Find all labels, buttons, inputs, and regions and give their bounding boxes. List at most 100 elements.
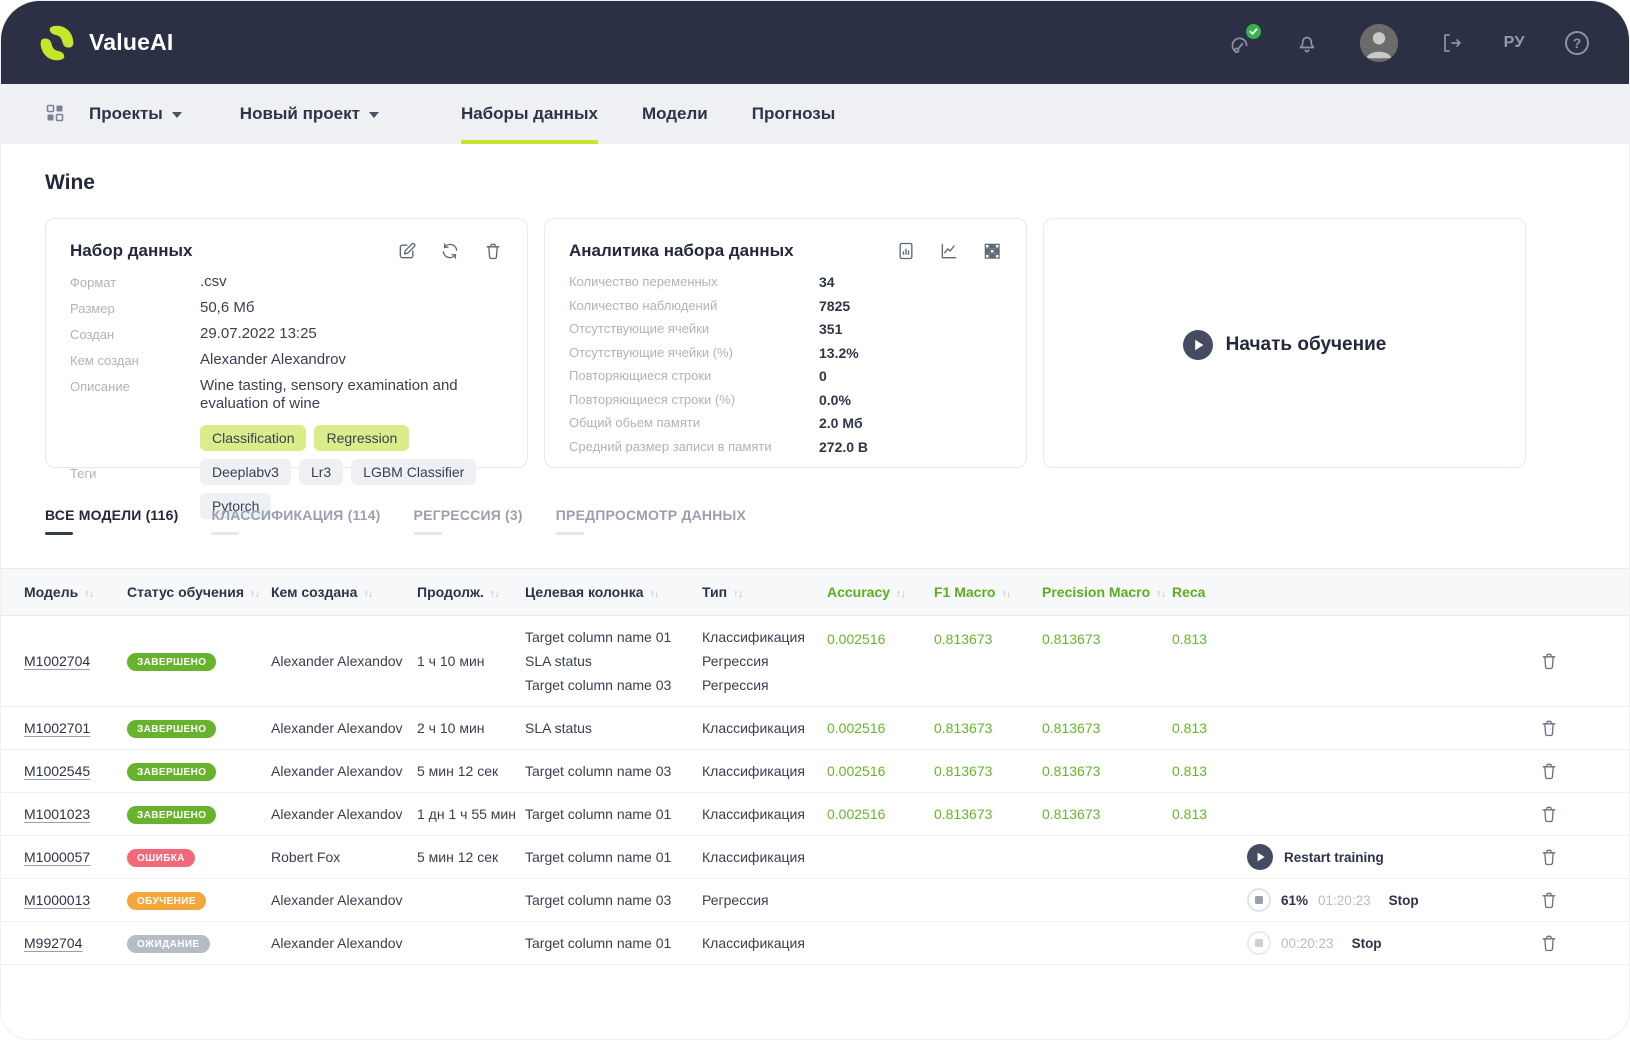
type-cell: Классификация: [702, 931, 827, 955]
target-column-line: Target column name 03: [525, 673, 702, 697]
column-header[interactable]: Целевая колонка↑↓: [525, 584, 702, 600]
chevron-down-icon: [369, 112, 379, 118]
trash-icon[interactable]: [1539, 847, 1559, 867]
tag-chip[interactable]: Classification: [200, 425, 306, 451]
trash-icon[interactable]: [1539, 761, 1559, 781]
column-header[interactable]: Кем создана↑↓: [271, 584, 417, 600]
model-filter-tab[interactable]: ПРЕДПРОСМОТР ДАННЫХ: [556, 507, 746, 535]
model-link[interactable]: M1002545: [24, 763, 90, 779]
analytics-label: Повторяющиеся строки: [569, 368, 819, 384]
apps-grid-icon[interactable]: [45, 103, 67, 125]
model-link[interactable]: M1001023: [24, 806, 90, 822]
metric-value: 0.002516: [827, 631, 885, 647]
type-cell: КлассификацияРегрессияРегрессия: [702, 625, 827, 697]
table-header: Модель↑↓Статус обучения↑↓Кем создана↑↓Пр…: [1, 568, 1629, 616]
target-column-cell: Target column name 01SLA statusTarget co…: [525, 625, 702, 697]
model-filter-tab[interactable]: ВСЕ МОДЕЛИ (116): [45, 507, 178, 535]
sort-icon: ↑↓: [1001, 588, 1010, 600]
model-filter-tab[interactable]: РЕГРЕССИЯ (3): [414, 507, 523, 535]
analytics-value: 2.0 Мб: [819, 415, 863, 431]
delete-cell: [1529, 651, 1569, 671]
column-header[interactable]: F1 Macro↑↓: [934, 584, 1042, 600]
model-link[interactable]: M1002704: [24, 653, 90, 669]
trash-icon[interactable]: [1539, 718, 1559, 738]
projects-selector[interactable]: Проекты: [89, 104, 182, 124]
column-header[interactable]: Модель↑↓: [24, 584, 127, 600]
status-cell: ОЖИДАНИЕ: [127, 934, 271, 953]
column-header[interactable]: Статус обучения↑↓: [127, 584, 271, 600]
edit-icon[interactable]: [397, 241, 417, 261]
trash-icon[interactable]: [1539, 933, 1559, 953]
column-header[interactable]: Тип↑↓: [702, 584, 827, 600]
valueai-logo-icon: [37, 23, 77, 63]
tab-underline-bar: [211, 532, 239, 535]
f1-macro-cell: 0.813673: [934, 763, 1042, 779]
status-badge: ЗАВЕРШЕНО: [127, 763, 216, 781]
status-cell: ЗАВЕРШЕНО: [127, 652, 271, 671]
model-link[interactable]: M992704: [24, 935, 82, 951]
data-grid-icon[interactable]: [982, 241, 1002, 261]
creator-cell: Alexander Alexandov: [271, 806, 417, 822]
dataset-field-row: Создан29.07.2022 13:25: [70, 325, 503, 343]
tab-predictions[interactable]: Прогнозы: [752, 84, 835, 144]
start-training-button[interactable]: Начать обучение: [1177, 329, 1393, 361]
model-link[interactable]: M1002701: [24, 720, 90, 736]
accuracy-cell: 0.002516: [827, 763, 934, 779]
metric-value: 0.813: [1172, 806, 1207, 822]
tag-chip[interactable]: LGBM Classifier: [351, 459, 476, 485]
analytics-value: 0: [819, 368, 827, 384]
brand-logo[interactable]: ValueAI: [37, 23, 174, 63]
column-header[interactable]: Reca: [1172, 584, 1247, 600]
user-avatar[interactable]: [1360, 24, 1398, 62]
refresh-icon[interactable]: [440, 241, 460, 261]
tab-models[interactable]: Модели: [642, 84, 708, 144]
metric-value: 0.813: [1172, 631, 1207, 647]
tag-chip[interactable]: Lr3: [299, 459, 343, 485]
model-filter-tab-label: РЕГРЕССИЯ (3): [414, 507, 523, 523]
new-project-selector[interactable]: Новый проект: [240, 104, 379, 124]
metric-value: 0.813673: [1042, 806, 1100, 822]
stop-button[interactable]: Stop: [1352, 936, 1382, 951]
duration-cell: 5 мин 12 сек: [417, 849, 525, 865]
target-column-cell: Target column name 01: [525, 845, 702, 869]
notifications-bell-icon[interactable]: [1294, 30, 1320, 56]
delete-icon[interactable]: [483, 241, 503, 261]
dataset-fields: Формат.csvРазмер50,6 МбСоздан29.07.2022 …: [70, 273, 503, 519]
model-link[interactable]: M1000057: [24, 849, 90, 865]
stop-button[interactable]: Stop: [1389, 893, 1419, 908]
analytics-label: Средний размер записи в памяти: [569, 439, 819, 455]
progress-percent: 61%: [1281, 893, 1308, 908]
tag-chip[interactable]: Deeplabv3: [200, 459, 291, 485]
monitoring-icon[interactable]: [1228, 30, 1254, 56]
dataset-field-row: Кем созданAlexander Alexandrov: [70, 351, 503, 369]
metric-value: 0.813673: [1042, 763, 1100, 779]
restart-training-button[interactable]: Restart training: [1247, 844, 1384, 870]
column-header-label: Accuracy: [827, 584, 890, 600]
column-header[interactable]: Продолж.↑↓: [417, 584, 525, 600]
model-link[interactable]: M1000013: [24, 892, 90, 908]
tab-datasets[interactable]: Наборы данных: [461, 84, 598, 144]
stop-square-icon: [1255, 939, 1263, 947]
column-header[interactable]: Precision Macro↑↓: [1042, 584, 1172, 600]
trash-icon[interactable]: [1539, 890, 1559, 910]
column-header[interactable]: Accuracy↑↓: [827, 584, 934, 600]
target-column-line: SLA status: [525, 649, 702, 673]
line-chart-icon[interactable]: [939, 241, 959, 261]
tag-chip[interactable]: Regression: [314, 425, 409, 451]
trash-icon[interactable]: [1539, 651, 1559, 671]
analytics-value: 0.0%: [819, 392, 851, 408]
main-tab-label: Модели: [642, 104, 708, 124]
language-switcher[interactable]: РУ: [1504, 34, 1525, 52]
field-value: Wine tasting, sensory examination and ev…: [200, 377, 503, 413]
report-file-icon[interactable]: [896, 241, 916, 261]
column-header-label: Модель: [24, 584, 78, 600]
target-column-cell: Target column name 03: [525, 759, 702, 783]
trash-icon[interactable]: [1539, 804, 1559, 824]
delete-cell: [1529, 804, 1569, 824]
model-filter-tab[interactable]: КЛАССИФИКАЦИЯ (114): [211, 507, 380, 535]
logout-icon[interactable]: [1438, 30, 1464, 56]
field-label: Кем создан: [70, 351, 200, 368]
main-tab-label: Наборы данных: [461, 104, 598, 124]
status-cell: ЗАВЕРШЕНО: [127, 762, 271, 781]
help-icon[interactable]: ?: [1565, 31, 1589, 55]
